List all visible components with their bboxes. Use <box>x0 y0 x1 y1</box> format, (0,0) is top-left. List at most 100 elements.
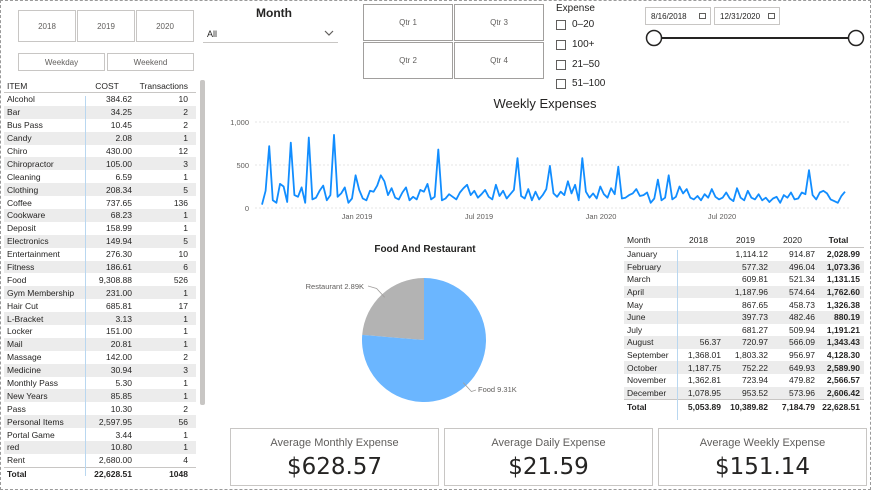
qtr-1-button[interactable]: Qtr 1 <box>363 4 453 41</box>
table-row[interactable]: Personal Items 2,597.95 56 <box>4 415 196 429</box>
year-2019-button[interactable]: 2019 <box>77 10 135 42</box>
start-date-input[interactable]: 8/16/2018 <box>645 7 711 25</box>
table-row[interactable]: Mail 20.81 1 <box>4 337 196 351</box>
cost-cell: 5.30 <box>115 378 132 389</box>
table-row[interactable]: Rent 2,680.00 4 <box>4 454 196 467</box>
table-body: January 1,114.12 914.87 2,028.99 February 577… <box>624 248 864 400</box>
table-row[interactable]: Chiro 430.00 12 <box>4 145 196 158</box>
table-row[interactable]: Gym Membership 231.00 1 <box>4 286 196 300</box>
table-row[interactable]: Candy 2.08 1 <box>4 131 196 145</box>
header-cost[interactable]: COST <box>82 81 134 91</box>
calendar-icon[interactable] <box>699 13 706 19</box>
expense-option-0-20[interactable]: 0–20 <box>556 19 594 30</box>
header-2018[interactable]: 2018 <box>676 235 723 245</box>
transactions-cell: 56 <box>178 416 188 427</box>
header-month[interactable]: Month <box>624 235 676 245</box>
transactions-cell: 1 <box>183 133 188 144</box>
table-row[interactable]: Cookware 68.23 1 <box>4 209 196 222</box>
table-row[interactable]: September 1,368.01 1,803.32 956.97 4,128.30 <box>624 349 864 362</box>
table-row[interactable]: May 867.65 458.73 1,326.38 <box>624 298 864 311</box>
transactions-cell: 2 <box>183 352 188 363</box>
transactions-cell: 2 <box>183 403 188 414</box>
table-row[interactable]: October 1,187.75 752.22 649.93 2,589.90 <box>624 361 864 374</box>
header-transactions[interactable]: Transactions <box>134 81 192 91</box>
calendar-icon[interactable] <box>768 13 775 19</box>
header-total[interactable]: Total <box>817 235 864 245</box>
table-row[interactable]: March 609.81 521.34 1,131.15 <box>624 273 864 286</box>
cost-cell: 158.99 <box>106 223 132 234</box>
date-range-slider[interactable] <box>644 27 866 49</box>
transactions-cell: 1 <box>183 378 188 389</box>
table-row[interactable]: June 397.73 482.46 880.19 <box>624 310 864 324</box>
table-row[interactable]: Deposit 158.99 1 <box>4 222 196 235</box>
header-2019[interactable]: 2019 <box>723 235 770 245</box>
table-row[interactable]: August 56.37 720.97 566.09 1,343.43 <box>624 336 864 349</box>
checkbox[interactable] <box>556 19 566 30</box>
table-row[interactable]: Chiropractor 105.00 3 <box>4 157 196 171</box>
kpi-value: $628.57 <box>286 454 383 480</box>
header-item[interactable]: ITEM <box>4 81 82 91</box>
table-row[interactable]: December 1,078.95 953.52 573.96 2,606.42 <box>624 386 864 400</box>
table-row[interactable]: Electronics 149.94 5 <box>4 234 196 248</box>
end-date-input[interactable]: 12/31/2020 <box>714 7 780 25</box>
chevron-down-icon <box>324 30 334 36</box>
slider-end-handle[interactable] <box>847 29 865 47</box>
option-label: 100+ <box>572 39 595 50</box>
table-row[interactable]: Cleaning 6.59 1 <box>4 170 196 183</box>
table-row[interactable]: April 1,187.96 574.64 1,762.60 <box>624 285 864 299</box>
table-row[interactable]: Portal Game 3.44 1 <box>4 428 196 441</box>
month-dropdown-value: All <box>207 29 218 39</box>
table-row[interactable]: February 577.32 496.04 1,073.36 <box>624 260 864 274</box>
qtr-3-button[interactable]: Qtr 3 <box>454 4 544 41</box>
slider-start-handle[interactable] <box>645 29 663 47</box>
table-row[interactable]: Hair Cut 685.81 17 <box>4 299 196 312</box>
table-row[interactable]: Medicine 30.94 3 <box>4 363 196 377</box>
cost-cell: 685.81 <box>106 300 132 311</box>
table-row[interactable]: Entertainment 276.30 10 <box>4 248 196 261</box>
table-row[interactable]: Pass 10.30 2 <box>4 402 196 415</box>
table-row[interactable]: New Years 85.85 1 <box>4 389 196 403</box>
month-dropdown[interactable]: All <box>203 25 338 43</box>
table-row[interactable]: L-Bracket 3.13 1 <box>4 312 196 326</box>
qtr-2-button[interactable]: Qtr 2 <box>363 42 453 79</box>
qtr-4-button[interactable]: Qtr 4 <box>454 42 544 79</box>
table-row[interactable]: Food 9,308.88 526 <box>4 273 196 286</box>
cost-cell: 68.23 <box>110 210 132 221</box>
value-2020-cell: 649.93 <box>789 362 815 373</box>
total-cell: 1,762.60 <box>826 287 860 298</box>
food-restaurant-pie-chart[interactable]: Restaurant 2.89K Food 9.31K <box>290 258 530 418</box>
checkbox[interactable] <box>556 59 566 70</box>
checkbox[interactable] <box>556 39 566 50</box>
table-row[interactable]: January 1,114.12 914.87 2,028.99 <box>624 248 864 261</box>
table-row[interactable]: Massage 142.00 2 <box>4 351 196 364</box>
header-2020[interactable]: 2020 <box>770 235 817 245</box>
table-row[interactable]: July 681.27 509.94 1,191.21 <box>624 324 864 337</box>
year-2020-button[interactable]: 2020 <box>136 10 194 42</box>
month-cell: September <box>627 350 669 361</box>
table-row[interactable]: November 1,362.81 723.94 479.82 2,566.57 <box>624 374 864 387</box>
year-2018-button[interactable]: 2018 <box>18 10 76 42</box>
table-row[interactable]: Clothing 208.34 5 <box>4 183 196 197</box>
table-row[interactable]: red 10.80 1 <box>4 441 196 454</box>
weekly-expenses-chart[interactable]: 1,000 500 0 Jan 2019 Jul 2019 Jan 2020 J… <box>215 112 855 224</box>
expense-option-21-50[interactable]: 21–50 <box>556 59 600 70</box>
weekday-button[interactable]: Weekday <box>18 53 105 71</box>
table-row[interactable]: Alcohol 384.62 10 <box>4 93 196 106</box>
table-row[interactable]: Bus Pass 10.45 2 <box>4 119 196 132</box>
qtr-label: Qtr 1 <box>399 18 417 27</box>
expense-option-51-100[interactable]: 51–100 <box>556 78 605 89</box>
table-scrollbar[interactable] <box>200 80 205 405</box>
table-row[interactable]: Monthly Pass 5.30 1 <box>4 377 196 390</box>
expense-option-100-plus[interactable]: 100+ <box>556 39 595 50</box>
table-row[interactable]: Locker 151.00 1 <box>4 325 196 338</box>
cost-cell: 384.62 <box>106 94 132 105</box>
item-cell: Fitness <box>7 262 35 273</box>
weekend-button[interactable]: Weekend <box>107 53 194 71</box>
weekly-chart-title: Weekly Expenses <box>493 96 597 111</box>
weekly-expense-series-line[interactable] <box>261 133 846 205</box>
table-row[interactable]: Bar 34.25 2 <box>4 105 196 119</box>
table-row[interactable]: Coffee 737.65 136 <box>4 196 196 209</box>
month-cell: December <box>627 387 667 398</box>
table-row[interactable]: Fitness 186.61 6 <box>4 260 196 274</box>
checkbox[interactable] <box>556 78 566 89</box>
